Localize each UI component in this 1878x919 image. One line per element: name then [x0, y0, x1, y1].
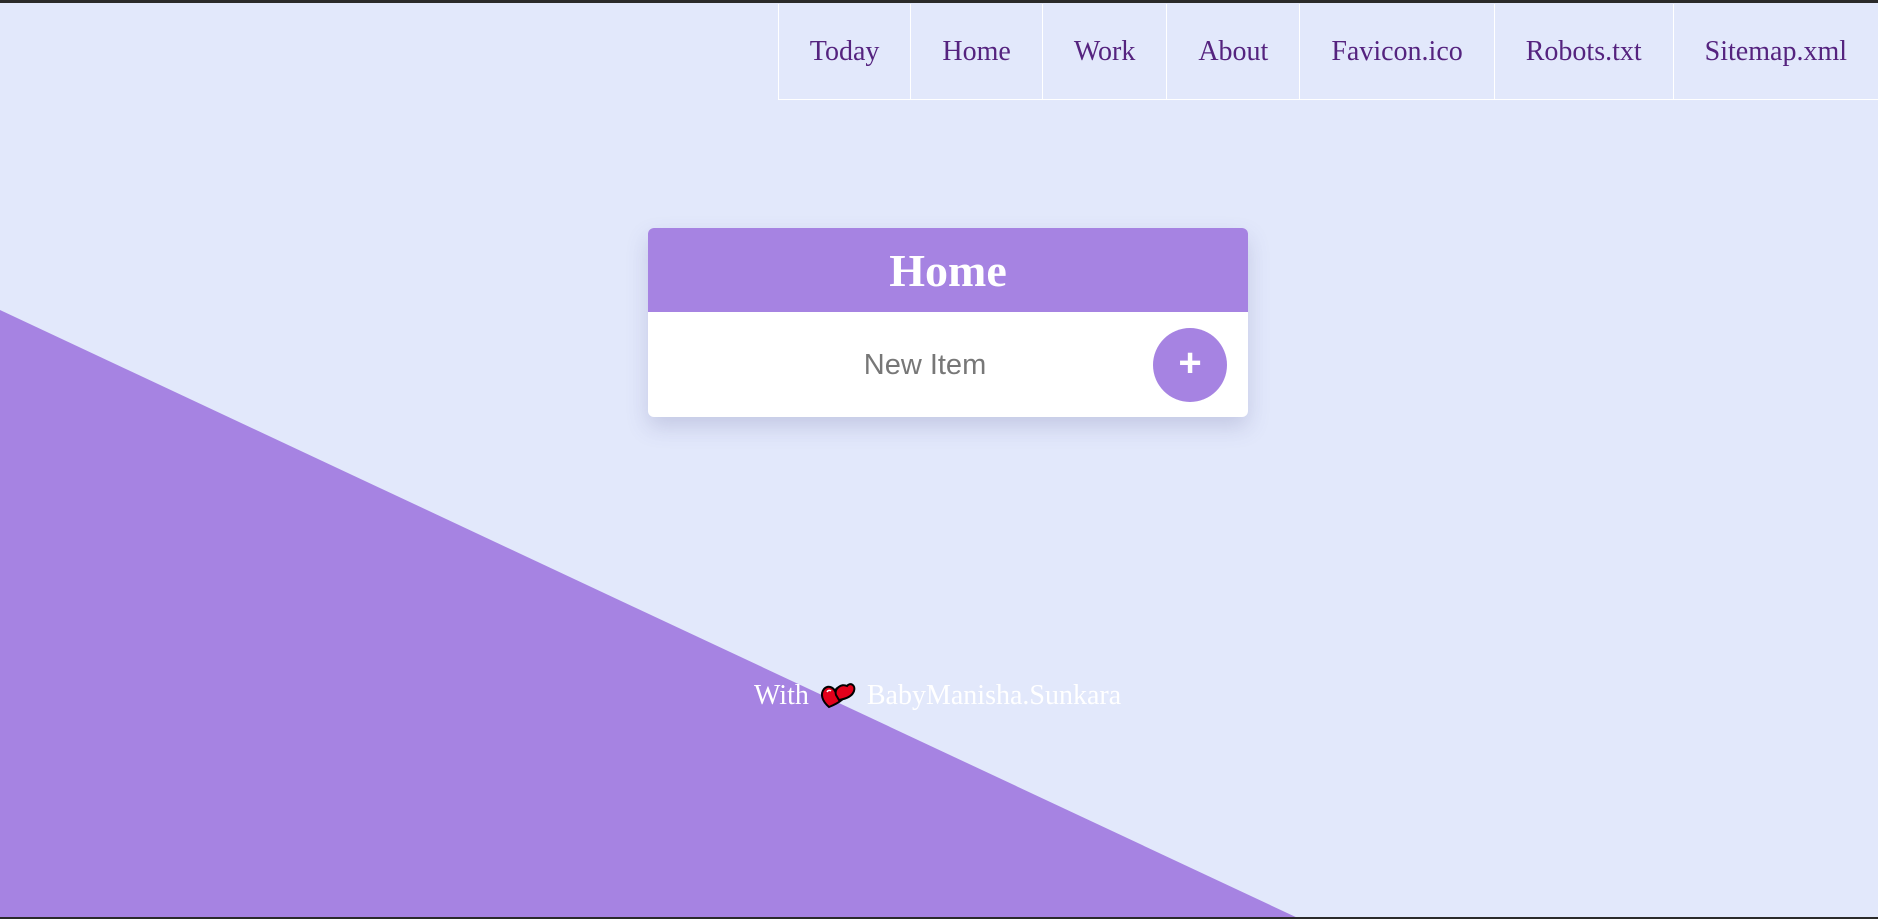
footer-prefix: With — [754, 680, 809, 711]
new-item-form: + — [648, 312, 1248, 417]
add-item-button[interactable]: + — [1153, 328, 1227, 402]
footer-credit: With BabyManisha.Sunkara — [754, 676, 1121, 716]
footer-name: BabyManisha.Sunkara — [866, 680, 1122, 711]
nav-link-sitemap[interactable]: Sitemap.xml — [1674, 4, 1878, 99]
nav-link-today[interactable]: Today — [779, 4, 912, 99]
nav-link-work[interactable]: Work — [1043, 4, 1168, 99]
card-title: Home — [648, 228, 1248, 312]
nav-link-home[interactable]: Home — [911, 4, 1043, 99]
new-item-input[interactable] — [668, 330, 1182, 400]
todo-card: Home + — [648, 228, 1248, 417]
nav-link-robots[interactable]: Robots.txt — [1495, 4, 1674, 99]
background-diagonal-shape — [0, 310, 1300, 919]
heart-icon — [819, 680, 857, 712]
top-nav: Today Home Work About Favicon.ico Robots… — [777, 4, 1878, 100]
plus-icon: + — [1178, 341, 1202, 385]
nav-link-about[interactable]: About — [1167, 4, 1301, 99]
nav-link-favicon[interactable]: Favicon.ico — [1300, 4, 1495, 99]
